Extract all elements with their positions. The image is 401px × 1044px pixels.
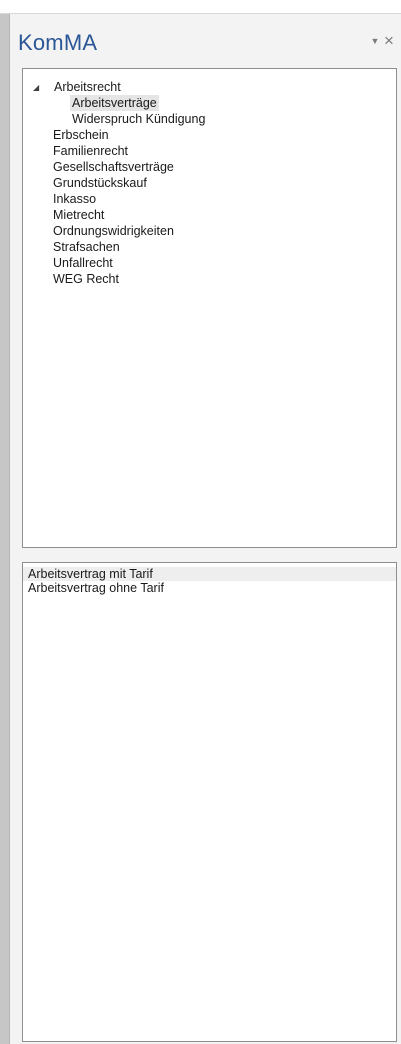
tree-item-mietrecht[interactable]: Mietrecht [23, 207, 396, 223]
pane-title: KomMA [18, 30, 98, 55]
tree-item-inkasso[interactable]: Inkasso [23, 191, 396, 207]
tree-item-label: Arbeitsverträge [70, 95, 159, 111]
tree-list: ◢ Arbeitsrecht Arbeitsverträge Widerspru… [23, 69, 396, 287]
list-item-arbeitsvertrag-mit-tarif[interactable]: Arbeitsvertrag mit Tarif [23, 567, 396, 581]
tree-item-label: Mietrecht [53, 208, 105, 222]
tree-item-weg-recht[interactable]: WEG Recht [23, 271, 396, 287]
tree-item-grundstueckskauf[interactable]: Grundstückskauf [23, 175, 396, 191]
tree-item-label: Gesellschaftsverträge [53, 160, 174, 174]
tree-item-label: Familienrecht [53, 144, 129, 158]
tree-item-gesellschaftsvertraege[interactable]: Gesellschaftsverträge [23, 159, 396, 175]
tree-item-label: WEG Recht [53, 272, 119, 286]
template-list-items: Arbeitsvertrag mit Tarif Arbeitsvertrag … [23, 563, 396, 595]
top-strip [0, 0, 401, 14]
tree-item-ordnungswidrigkeiten[interactable]: Ordnungswidrigkeiten [23, 223, 396, 239]
tree-item-label: Inkasso [53, 192, 97, 206]
tree-item-label: Strafsachen [53, 240, 120, 254]
tree-item-label: Widerspruch Kündigung [72, 112, 206, 126]
tree-item-arbeitsrecht[interactable]: ◢ Arbeitsrecht [23, 79, 396, 95]
tree-item-strafsachen[interactable]: Strafsachen [23, 239, 396, 255]
list-item-arbeitsvertrag-ohne-tarif[interactable]: Arbeitsvertrag ohne Tarif [23, 581, 396, 595]
tree-item-widerspruch-kuendigung[interactable]: Widerspruch Kündigung [23, 111, 396, 127]
tree-item-unfallrecht[interactable]: Unfallrecht [23, 255, 396, 271]
tree-item-label: Grundstückskauf [53, 176, 147, 190]
template-list[interactable]: Arbeitsvertrag mit Tarif Arbeitsvertrag … [22, 562, 397, 1042]
tree-item-familienrecht[interactable]: Familienrecht [23, 143, 396, 159]
tree-item-arbeitsvertraege[interactable]: Arbeitsverträge [23, 95, 396, 111]
collapse-triangle-icon[interactable]: ◢ [33, 79, 43, 95]
tree-item-erbschein[interactable]: Erbschein [23, 127, 396, 143]
tree-item-label: Ordnungswidrigkeiten [53, 224, 174, 238]
category-tree[interactable]: ◢ Arbeitsrecht Arbeitsverträge Widerspru… [22, 68, 397, 548]
pane-resize-handle[interactable] [0, 14, 10, 1044]
close-icon[interactable]: × [384, 31, 401, 51]
pane-options-dropdown-icon[interactable]: ▼ [368, 33, 382, 49]
tree-item-label: Erbschein [53, 128, 109, 142]
tree-item-label: Unfallrecht [53, 256, 113, 270]
tree-item-label: Arbeitsrecht [54, 80, 121, 94]
